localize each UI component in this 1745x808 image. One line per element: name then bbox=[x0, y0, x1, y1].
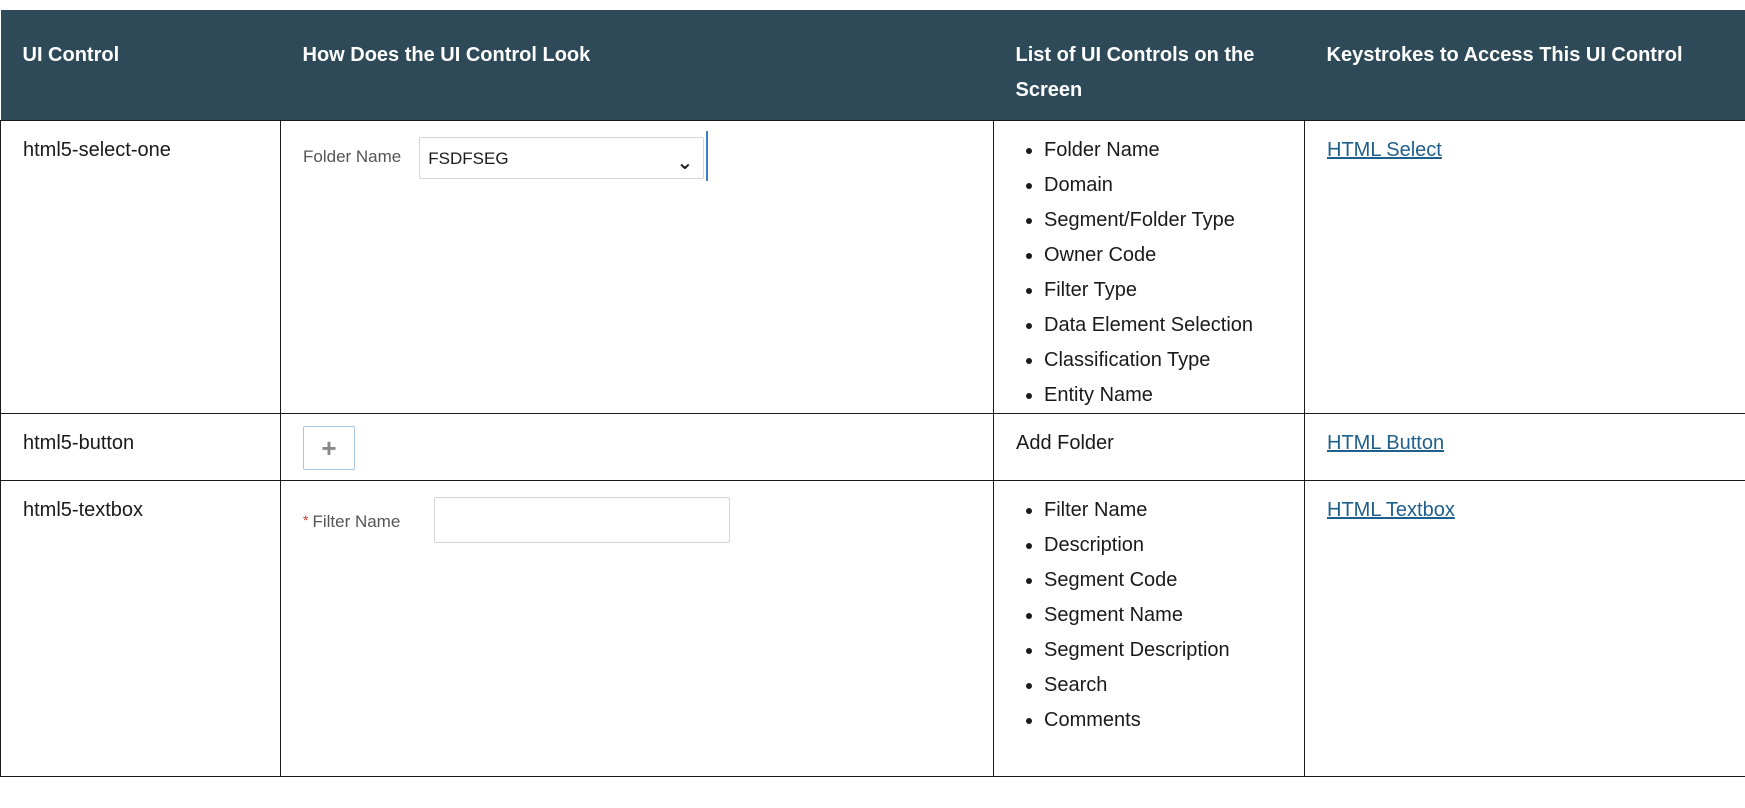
keystroke-cell: HTML Select bbox=[1304, 120, 1745, 414]
header-keystrokes: Keystrokes to Access This UI Control bbox=[1304, 10, 1745, 121]
controls-list-cell: Filter Name Description Segment Code Seg… bbox=[993, 480, 1305, 777]
list-item: Search bbox=[1044, 668, 1292, 703]
keystroke-cell: HTML Textbox bbox=[1304, 480, 1745, 777]
filter-name-label: Filter Name bbox=[312, 511, 401, 531]
header-ui-control: UI Control bbox=[0, 10, 281, 121]
control-preview: * Filter Name bbox=[280, 480, 994, 777]
plus-icon: + bbox=[303, 426, 355, 470]
list-item: Data Element Selection bbox=[1044, 308, 1292, 343]
select-value: FSDFSEG bbox=[428, 148, 509, 168]
table-row: html5-select-one Folder Name FSDFSEG ⌄ F… bbox=[0, 120, 1745, 414]
table-row: html5-button + Add Folder HTML Button bbox=[0, 413, 1745, 481]
control-preview: Folder Name FSDFSEG ⌄ bbox=[280, 120, 994, 414]
filter-name-textbox bbox=[434, 497, 731, 543]
table-row: html5-textbox * Filter Name Filter Name … bbox=[0, 480, 1745, 777]
filter-name-textbox-mock: * Filter Name bbox=[303, 493, 981, 543]
list-item: Folder Name bbox=[1044, 133, 1292, 168]
controls-list: Filter Name Description Segment Code Seg… bbox=[1016, 493, 1292, 738]
header-how-looks: How Does the UI Control Look bbox=[280, 10, 994, 121]
list-item: Classification Type bbox=[1044, 343, 1292, 378]
ui-controls-table: UI Control How Does the UI Control Look … bbox=[0, 10, 1745, 777]
focus-caret bbox=[706, 131, 709, 181]
folder-name-select-mock: Folder Name FSDFSEG ⌄ bbox=[303, 131, 981, 181]
control-preview: + bbox=[280, 413, 994, 481]
html-select-link[interactable]: HTML Select bbox=[1327, 139, 1442, 161]
list-item: Description bbox=[1044, 528, 1292, 563]
control-name: html5-button bbox=[0, 413, 281, 481]
table-header-row: UI Control How Does the UI Control Look … bbox=[0, 10, 1745, 121]
list-item: Comments bbox=[1044, 703, 1292, 738]
control-name: html5-textbox bbox=[0, 480, 281, 777]
folder-name-select: FSDFSEG ⌄ bbox=[419, 137, 705, 179]
list-item: Filter Name bbox=[1044, 493, 1292, 528]
keystroke-cell: HTML Button bbox=[1304, 413, 1745, 481]
html-textbox-link[interactable]: HTML Textbox bbox=[1327, 499, 1455, 521]
list-item: Owner Code bbox=[1044, 238, 1292, 273]
list-item: Entity Name bbox=[1044, 378, 1292, 413]
controls-text: Add Folder bbox=[993, 413, 1305, 481]
controls-list-cell: Folder Name Domain Segment/Folder Type O… bbox=[993, 120, 1305, 414]
chevron-down-icon: ⌄ bbox=[676, 152, 694, 174]
html-button-link[interactable]: HTML Button bbox=[1327, 432, 1444, 454]
required-marker: * bbox=[303, 511, 309, 528]
folder-name-label: Folder Name bbox=[303, 147, 402, 166]
controls-list: Folder Name Domain Segment/Folder Type O… bbox=[1016, 133, 1292, 413]
list-item: Segment Code bbox=[1044, 563, 1292, 598]
list-item: Domain bbox=[1044, 168, 1292, 203]
control-name: html5-select-one bbox=[0, 120, 281, 414]
list-item: Filter Type bbox=[1044, 273, 1292, 308]
header-controls-list: List of UI Controls on the Screen bbox=[993, 10, 1305, 121]
list-item: Segment Name bbox=[1044, 598, 1292, 633]
list-item: Segment Description bbox=[1044, 633, 1292, 668]
list-item: Segment/Folder Type bbox=[1044, 203, 1292, 238]
